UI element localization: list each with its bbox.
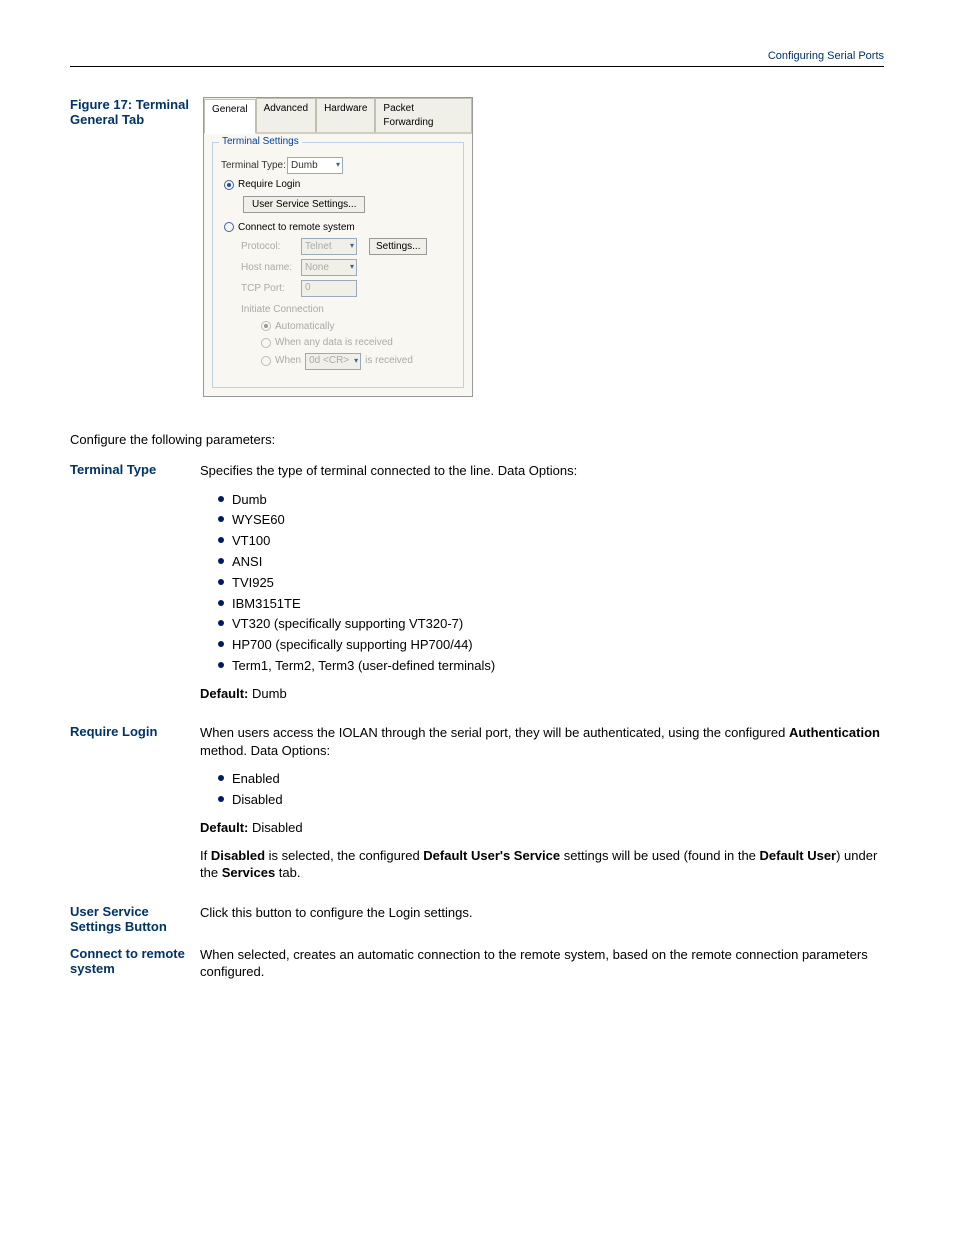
protocol-settings-button[interactable]: Settings...: [369, 238, 427, 255]
param-connect-remote-text: When selected, creates an automatic conn…: [200, 946, 884, 981]
terminal-type-select[interactable]: Dumb: [287, 157, 343, 174]
protocol-select: Telnet: [301, 238, 357, 255]
require-login-options: Enabled Disabled: [218, 769, 884, 811]
list-item: HP700 (specifically supporting HP700/44): [218, 635, 884, 656]
groupbox-title: Terminal Settings: [219, 135, 302, 149]
param-terminal-type-text: Specifies the type of terminal connected…: [200, 462, 884, 480]
param-user-service-label: User Service Settings Button: [70, 904, 200, 934]
terminal-type-label: Terminal Type:: [221, 159, 287, 173]
list-item: VT320 (specifically supporting VT320-7): [218, 614, 884, 635]
tcpport-input: 0: [301, 280, 357, 297]
is-received-label: is received: [365, 354, 413, 368]
protocol-label: Protocol:: [241, 240, 301, 254]
radio-icon: [261, 321, 271, 331]
tab-packet-forwarding[interactable]: Packet Forwarding: [375, 98, 472, 133]
connect-remote-label: Connect to remote system: [238, 221, 355, 235]
terminal-type-default: Default: Dumb: [200, 685, 884, 703]
radio-icon: [224, 222, 234, 232]
list-item: TVI925: [218, 573, 884, 594]
initiate-auto-radio: Automatically: [261, 320, 455, 334]
require-login-note: If Disabled is selected, the configured …: [200, 847, 884, 882]
initiate-when-radio: When 0d <CR> is received: [261, 353, 455, 370]
configure-instruction: Configure the following parameters:: [70, 431, 884, 449]
terminal-settings-dialog: General Advanced Hardware Packet Forward…: [203, 97, 473, 397]
list-item: Disabled: [218, 790, 884, 811]
list-item: Dumb: [218, 490, 884, 511]
list-item: IBM3151TE: [218, 594, 884, 615]
initiate-when-label: When: [275, 354, 301, 368]
initiate-any-radio: When any data is received: [261, 336, 455, 350]
tab-general[interactable]: General: [204, 99, 256, 134]
hostname-select: None: [301, 259, 357, 276]
list-item: WYSE60: [218, 510, 884, 531]
initiate-auto-label: Automatically: [275, 320, 334, 334]
tab-hardware[interactable]: Hardware: [316, 98, 375, 133]
terminal-type-options: Dumb WYSE60 VT100 ANSI TVI925 IBM3151TE …: [218, 490, 884, 677]
figure-caption: Figure 17: Terminal General Tab: [70, 97, 200, 417]
tcpport-label: TCP Port:: [241, 282, 301, 296]
radio-icon: [224, 180, 234, 190]
when-char-select: 0d <CR>: [305, 353, 361, 370]
param-user-service-text: Click this button to configure the Login…: [200, 904, 884, 922]
hostname-label: Host name:: [241, 261, 301, 275]
initiate-any-label: When any data is received: [275, 336, 393, 350]
dialog-tabstrip: General Advanced Hardware Packet Forward…: [204, 98, 472, 134]
param-connect-remote-label: Connect to remote system: [70, 946, 200, 991]
radio-icon: [261, 356, 271, 366]
param-require-login-label: Require Login: [70, 724, 200, 891]
param-require-login-text: When users access the IOLAN through the …: [200, 724, 884, 759]
terminal-settings-group: Terminal Settings Terminal Type: Dumb Re…: [212, 142, 464, 388]
require-login-radio[interactable]: Require Login: [224, 178, 455, 192]
header-rule: [70, 66, 884, 67]
connect-remote-radio[interactable]: Connect to remote system: [224, 221, 455, 235]
require-login-default: Default: Disabled: [200, 819, 884, 837]
tab-advanced[interactable]: Advanced: [256, 98, 316, 133]
require-login-label: Require Login: [238, 178, 300, 192]
user-service-settings-button[interactable]: User Service Settings...: [243, 196, 365, 213]
list-item: VT100: [218, 531, 884, 552]
initiate-connection-label: Initiate Connection: [241, 303, 455, 317]
list-item: ANSI: [218, 552, 884, 573]
list-item: Term1, Term2, Term3 (user-defined termin…: [218, 656, 884, 677]
list-item: Enabled: [218, 769, 884, 790]
page-header: Configuring Serial Ports: [70, 50, 884, 66]
param-terminal-type-label: Terminal Type: [70, 462, 200, 712]
radio-icon: [261, 338, 271, 348]
